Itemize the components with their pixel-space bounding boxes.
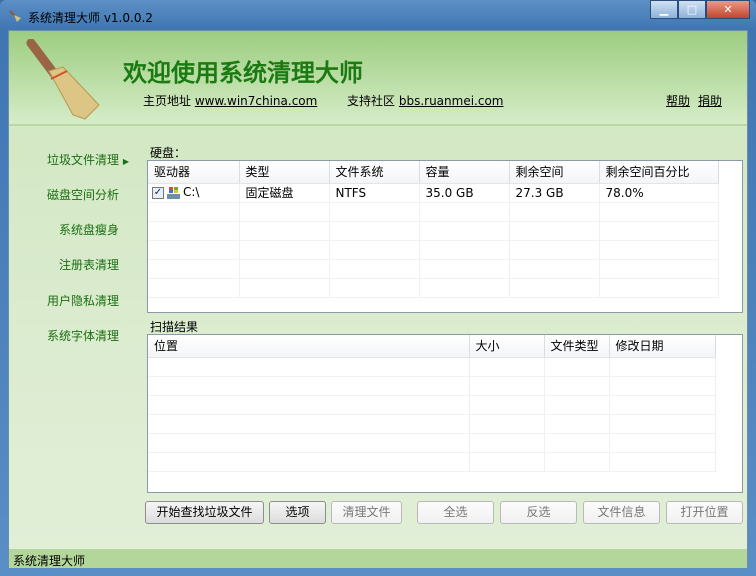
col-free[interactable]: 剩余空间	[509, 161, 600, 184]
clean-files-button[interactable]: 清理文件	[331, 501, 402, 524]
drive-icon	[167, 186, 180, 199]
homepage-label: 主页地址	[143, 94, 192, 108]
scan-result-list[interactable]: 位置 大小 文件类型 修改日期	[147, 334, 743, 493]
window-title: 系统清理大师 v1.0.0.2	[28, 11, 153, 25]
header-banner: 欢迎使用系统清理大师 主页地址 www.win7china.com 支持社区 b…	[9, 31, 747, 126]
col-modified[interactable]: 修改日期	[609, 335, 716, 358]
scan-result-label: 扫描结果	[150, 320, 199, 334]
select-all-button[interactable]: 全选	[417, 501, 494, 524]
homepage-link[interactable]: www.win7china.com	[195, 94, 317, 108]
col-drive[interactable]: 驱动器	[148, 161, 240, 184]
close-button[interactable]: ✕	[706, 0, 750, 19]
broom-icon	[9, 10, 21, 22]
community-link[interactable]: bbs.ruanmei.com	[399, 94, 504, 108]
disk-list[interactable]: 驱动器 类型 文件系统 容量 剩余空间 剩余空间百分比 ✓ C:\ 固定磁盘 NT…	[147, 160, 743, 313]
arrow-right-icon: ▶	[122, 157, 129, 166]
start-scan-button[interactable]: 开始查找垃圾文件	[145, 501, 264, 524]
nav-registry[interactable]: 注册表清理	[59, 256, 119, 273]
col-file-type[interactable]: 文件类型	[544, 335, 610, 358]
maximize-button[interactable]: □	[678, 0, 706, 19]
table-row[interactable]: ✓ C:\ 固定磁盘 NTFS 35.0 GB 27.3 GB 78.0%	[148, 183, 719, 203]
community-label: 支持社区	[347, 94, 396, 108]
welcome-title: 欢迎使用系统清理大师	[123, 59, 363, 87]
help-link[interactable]: 帮助	[666, 94, 690, 108]
file-info-button[interactable]: 文件信息	[583, 501, 660, 524]
disk-label: 硬盘：	[150, 146, 187, 160]
options-button[interactable]: 选项	[269, 501, 326, 524]
nav-fonts[interactable]: 系统字体清理	[47, 327, 119, 344]
donate-link[interactable]: 捐助	[698, 94, 722, 108]
nav-system-slim[interactable]: 系统盘瘦身	[59, 221, 119, 238]
col-capacity[interactable]: 容量	[419, 161, 510, 184]
col-percent[interactable]: 剩余空间百分比	[599, 161, 719, 184]
app-window: 系统清理大师 v1.0.0.2 ▁ □ ✕ 欢迎使用系统清理大师 主页地址 ww…	[0, 0, 756, 576]
nav-disk-analysis[interactable]: 磁盘空间分析	[47, 186, 119, 203]
client-area: 欢迎使用系统清理大师 主页地址 www.win7china.com 支持社区 b…	[8, 30, 748, 568]
minimize-button[interactable]: ▁	[650, 0, 678, 19]
status-bar: 系统清理大师	[9, 549, 747, 568]
col-fs[interactable]: 文件系统	[329, 161, 420, 184]
nav-junk-files[interactable]: 垃圾文件清理 ▶	[47, 151, 129, 168]
broom-logo-icon	[26, 39, 100, 120]
nav-privacy[interactable]: 用户隐私清理	[47, 292, 119, 309]
col-location[interactable]: 位置	[148, 335, 470, 358]
col-size[interactable]: 大小	[469, 335, 545, 358]
invert-selection-button[interactable]: 反选	[500, 501, 577, 524]
col-type[interactable]: 类型	[239, 161, 330, 184]
drive-checkbox[interactable]: ✓	[152, 186, 164, 199]
open-location-button[interactable]: 打开位置	[666, 501, 743, 524]
